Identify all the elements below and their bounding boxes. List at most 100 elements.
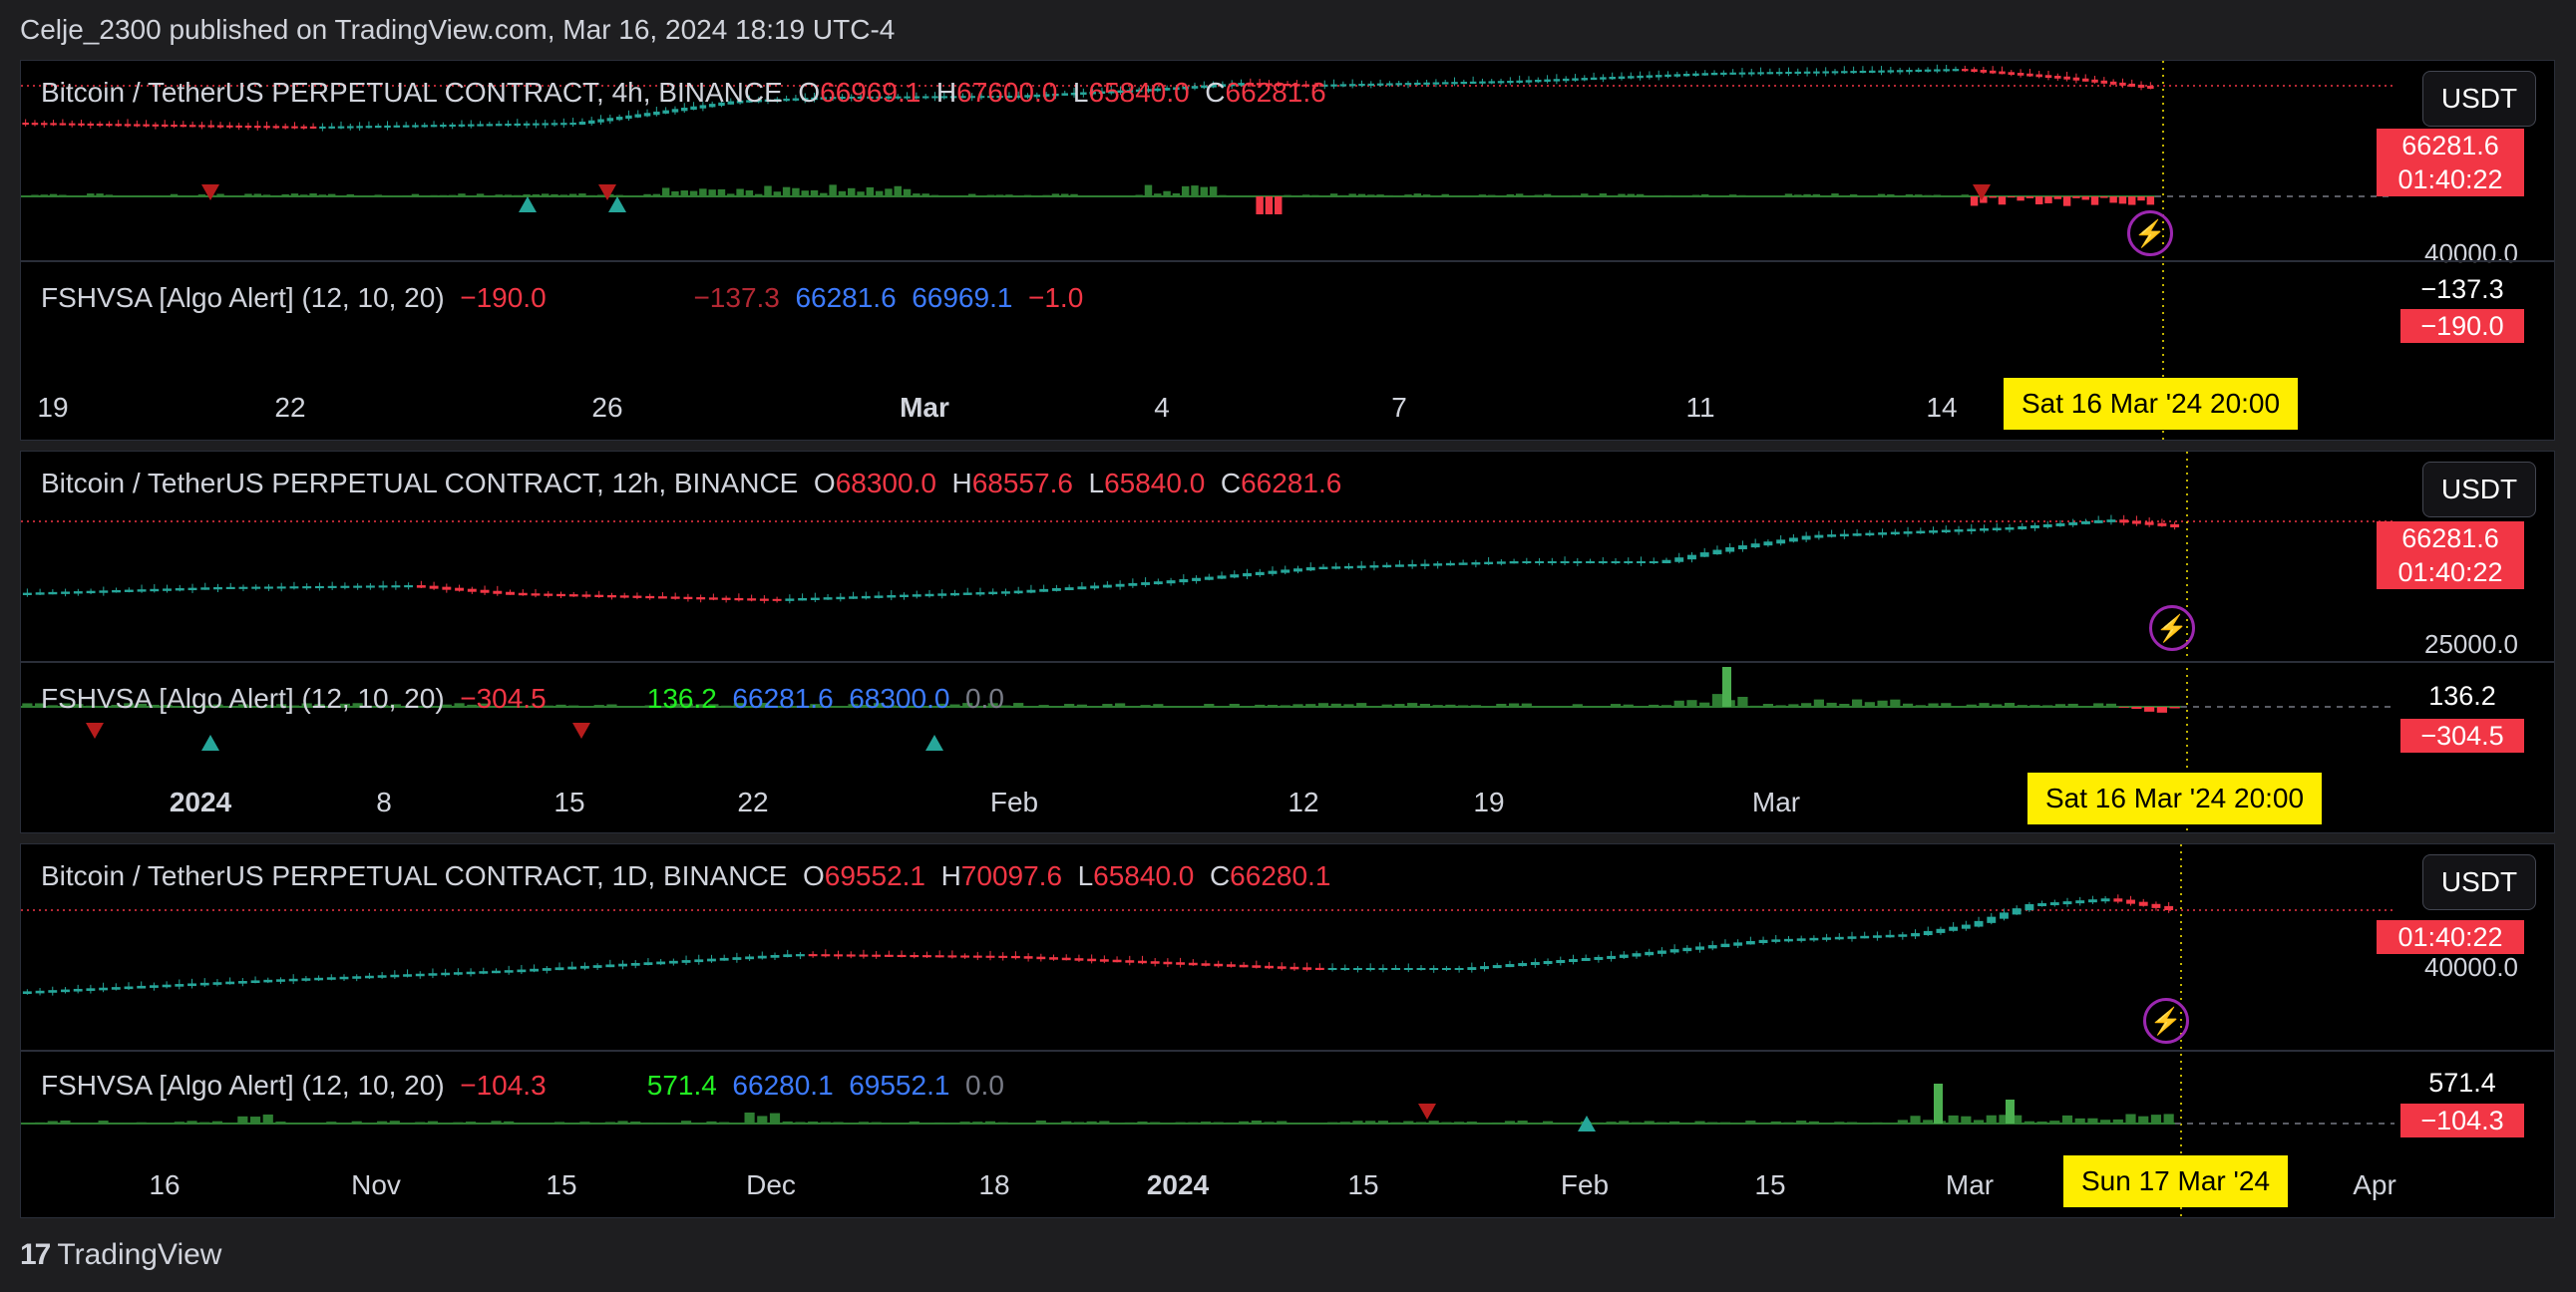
candle <box>416 585 426 588</box>
volume-bar <box>1102 704 1113 707</box>
volume-bar <box>1986 1115 1997 1124</box>
volume-bar <box>1508 703 1520 707</box>
volume-bar <box>1390 1122 1401 1124</box>
time-axis-label: 14 <box>1926 392 1958 423</box>
candle <box>175 984 184 987</box>
volume-bar <box>1035 1121 1046 1124</box>
volume-bar <box>1305 704 1316 707</box>
candle <box>1458 562 1468 565</box>
candle <box>1607 955 1617 959</box>
volume-bar <box>2004 703 2016 707</box>
indicator-title[interactable]: FSHVSA [Algo Alert] (12, 10, 20) <box>41 282 445 313</box>
symbol-title[interactable]: Bitcoin / TetherUS PERPETUAL CONTRACT, 1… <box>41 468 798 498</box>
volume-bar <box>300 194 308 196</box>
volume-bar <box>346 193 355 196</box>
volume-bar <box>1284 194 1291 196</box>
candle <box>276 979 285 982</box>
chart-panel-1d[interactable]: Bitcoin / TetherUS PERPETUAL CONTRACT, 1… <box>20 843 2555 1218</box>
volume-bar <box>1247 195 1255 196</box>
symbol-title[interactable]: Bitcoin / TetherUS PERPETUAL CONTRACT, 1… <box>41 860 787 891</box>
candle <box>1023 956 1033 959</box>
pane-separator[interactable] <box>21 260 2554 262</box>
candle <box>1330 84 1337 87</box>
volume-bar <box>1394 704 1405 707</box>
currency-button[interactable]: USDT <box>2422 462 2536 517</box>
time-axis-label: 15 <box>546 1169 577 1200</box>
candle <box>1934 69 1941 72</box>
time-axis-label: 12 <box>1288 787 1319 817</box>
lightning-alert-icon[interactable]: ⚡ <box>2143 998 2189 1044</box>
time-axis-label: Mar <box>900 392 949 423</box>
candle <box>1822 71 1829 74</box>
candle <box>150 588 160 592</box>
candle <box>254 126 261 129</box>
time-axis-label: Feb <box>989 787 1039 817</box>
volume-bar <box>1673 195 1681 196</box>
currency-button[interactable]: USDT <box>2422 71 2536 127</box>
low-value: 65840.0 <box>1104 468 1206 498</box>
chart-panel-12h[interactable]: Bitcoin / TetherUS PERPETUAL CONTRACT, 1… <box>20 451 2555 833</box>
volume-bar <box>848 187 856 196</box>
volume-bar <box>1694 1121 1705 1124</box>
indicator-title[interactable]: FSHVSA [Algo Alert] (12, 10, 20) <box>41 683 445 714</box>
chart-panel-4h[interactable]: Bitcoin / TetherUS PERPETUAL CONTRACT, 4… <box>20 60 2555 441</box>
volume-bar <box>351 1121 362 1124</box>
volume-bar <box>1902 703 1914 707</box>
candle <box>1860 935 1870 939</box>
candle <box>836 596 846 600</box>
volume-bar <box>1852 699 1863 707</box>
buy-signal-marker <box>925 735 943 751</box>
indicator-header: FSHVSA [Algo Alert] (12, 10, 20) −190.0 … <box>41 282 1084 313</box>
volume-bar <box>1649 704 1659 707</box>
candle <box>785 598 795 601</box>
candle <box>594 594 604 597</box>
candle <box>2018 525 2027 529</box>
volume-bar <box>174 1122 184 1124</box>
candle <box>1176 962 1186 965</box>
volume-bar <box>820 1122 831 1124</box>
volume-bar <box>1801 703 1812 707</box>
candle <box>632 595 642 598</box>
volume-bar <box>652 193 661 196</box>
lightning-alert-icon[interactable]: ⚡ <box>2149 605 2195 651</box>
volume-bar <box>913 193 920 196</box>
volume-bar <box>1470 705 1481 707</box>
candle <box>1758 939 1768 943</box>
volume-bar <box>2042 705 2053 707</box>
candle <box>111 987 121 990</box>
candle <box>1803 71 1811 74</box>
volume-bar <box>1701 193 1709 196</box>
candle <box>1188 962 1198 966</box>
volume-bar <box>1237 195 1246 196</box>
tradingview-logo[interactable]: 17 TradingView <box>20 1238 221 1272</box>
candle <box>937 593 947 596</box>
currency-button[interactable]: USDT <box>2422 854 2536 910</box>
volume-bar <box>1454 1122 1465 1124</box>
volume-bar <box>262 194 271 196</box>
volume-bar <box>34 1122 46 1124</box>
volume-bar <box>693 1122 704 1124</box>
volume-bar <box>1521 703 1532 707</box>
pane-separator[interactable] <box>21 1050 2554 1052</box>
volume-bar <box>1872 1122 1883 1124</box>
candle <box>770 955 780 958</box>
symbol-title[interactable]: Bitcoin / TetherUS PERPETUAL CONTRACT, 4… <box>41 77 783 108</box>
candle <box>492 970 501 974</box>
pane-separator[interactable] <box>21 661 2554 663</box>
price-axis-label: 40000.0 <box>2424 238 2518 268</box>
candle <box>1414 82 1421 86</box>
candle <box>1403 968 1413 970</box>
indicator-title[interactable]: FSHVSA [Algo Alert] (12, 10, 20) <box>41 1070 445 1101</box>
candle <box>1618 76 1626 79</box>
candle <box>2131 520 2141 524</box>
volume-bar <box>1115 703 1126 707</box>
candle <box>149 985 159 988</box>
lightning-alert-icon[interactable]: ⚡ <box>2127 210 2173 256</box>
volume-bar <box>199 1122 210 1124</box>
candle <box>569 123 576 126</box>
candle <box>795 954 805 957</box>
candle <box>2170 523 2180 527</box>
buy-signal-marker <box>608 196 626 212</box>
candle <box>592 965 602 968</box>
volume-bar <box>427 1121 439 1124</box>
